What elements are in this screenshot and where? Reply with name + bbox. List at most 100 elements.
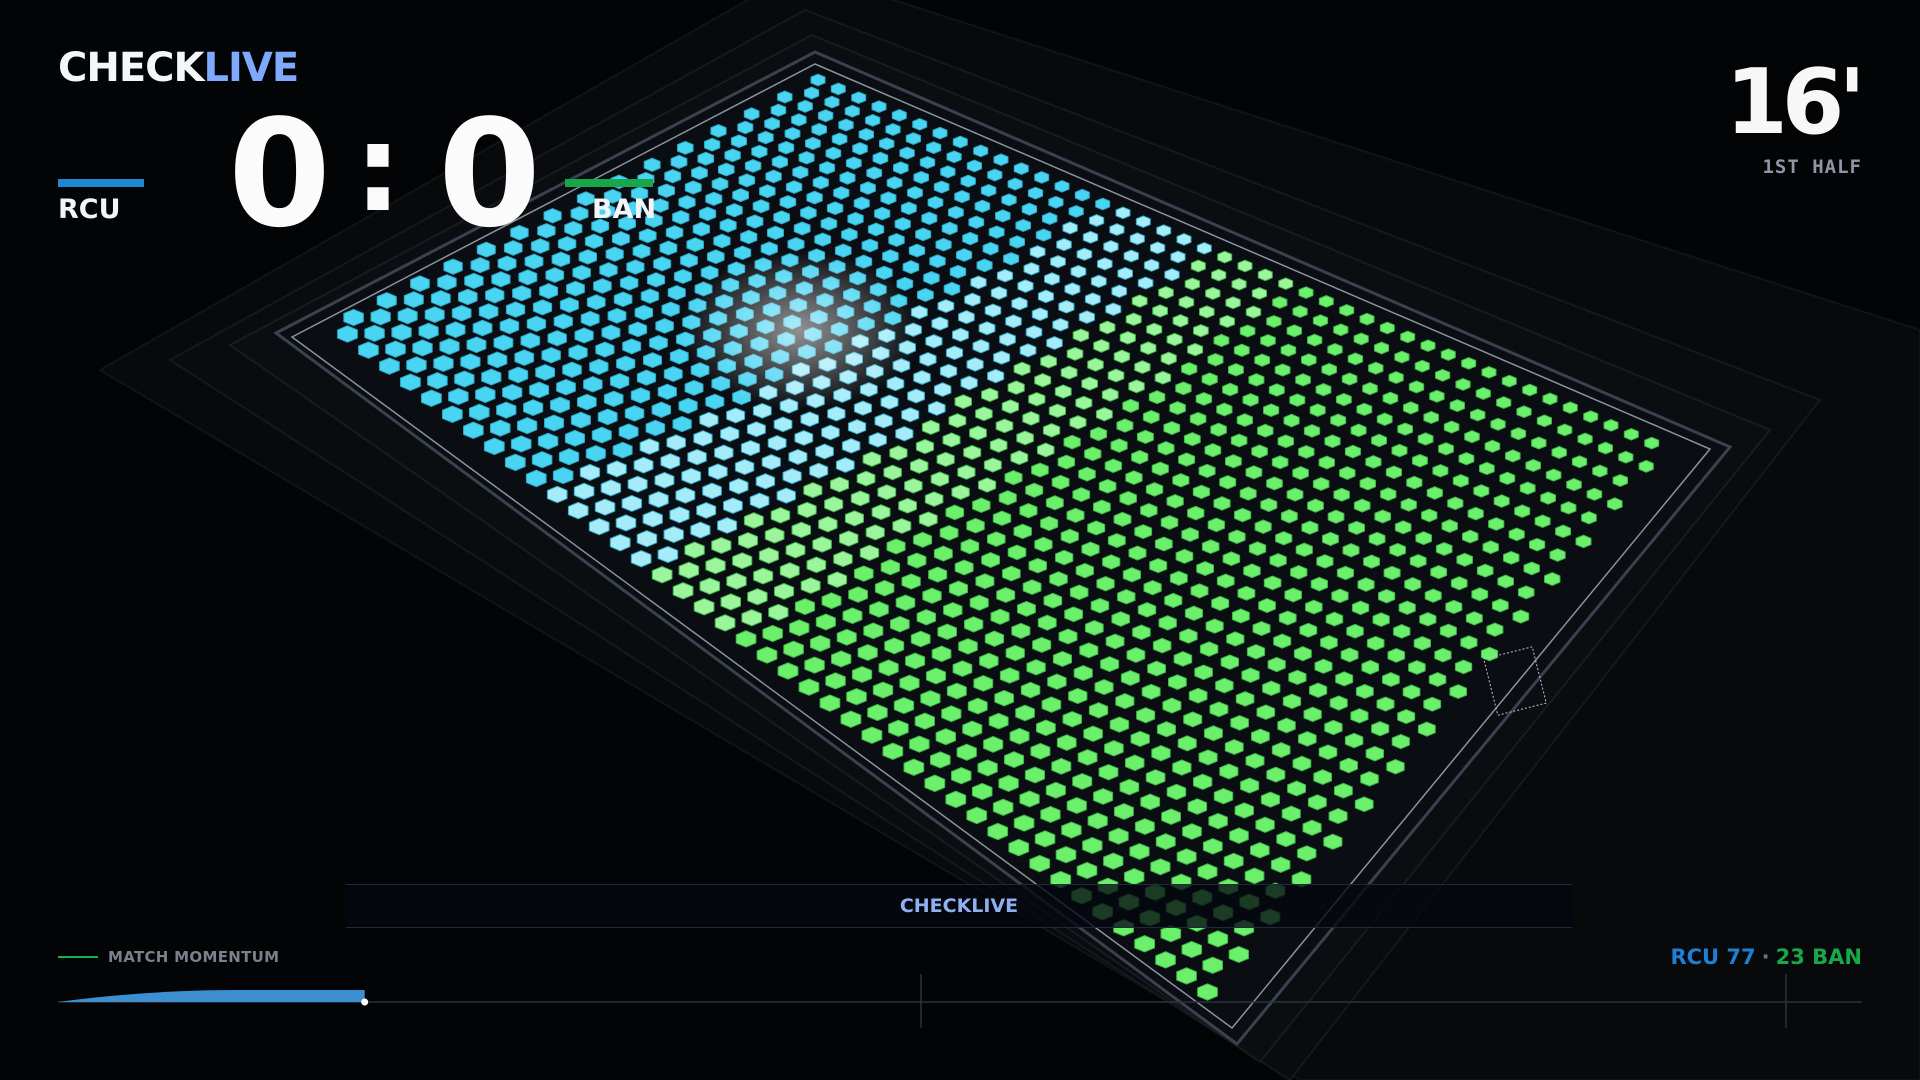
away-tile (979, 652, 999, 670)
home-tile (868, 432, 887, 448)
home-tile (624, 405, 645, 422)
away-tile (798, 678, 820, 696)
away-tile (1295, 373, 1311, 387)
home-tile (907, 388, 925, 404)
away-tile (1125, 312, 1142, 327)
away-tile (693, 598, 715, 616)
away-tile (1351, 600, 1370, 616)
home-tile (633, 456, 654, 474)
home-tile (794, 429, 814, 446)
away-tile (1355, 683, 1374, 700)
away-tile (1134, 818, 1155, 835)
home-tile (585, 445, 606, 463)
away-tile (859, 544, 880, 562)
away-tile (1060, 365, 1078, 380)
home-tile (1095, 197, 1111, 211)
away-tile (1266, 766, 1286, 783)
away-tile (931, 645, 952, 663)
home-tile (463, 421, 484, 440)
home-tile (666, 434, 686, 451)
away-tile (926, 667, 946, 685)
away-tile (1228, 529, 1246, 545)
away-tile (1417, 721, 1436, 737)
home-tile (821, 424, 840, 441)
home-tile (379, 357, 400, 375)
away-tile (1281, 805, 1301, 822)
home-tile (391, 323, 412, 341)
away-tile (1363, 554, 1380, 569)
away-tile (1210, 422, 1227, 437)
away-tile (672, 582, 694, 600)
home-tile (599, 262, 618, 278)
home-tile (510, 435, 532, 453)
home-tile (907, 186, 923, 200)
home-tile (448, 387, 469, 406)
home-tile (443, 258, 463, 275)
home-tile (853, 196, 870, 211)
home-tile (792, 165, 809, 180)
away-tile (1090, 426, 1108, 442)
home-tile (995, 209, 1011, 223)
away-tile (1181, 527, 1199, 543)
away-tile (1120, 669, 1140, 686)
home-tile (960, 375, 978, 391)
home-tile (945, 345, 964, 361)
home-tile (1064, 282, 1081, 296)
away-tile (915, 438, 935, 455)
away-tile (1290, 564, 1308, 580)
home-tile (949, 264, 967, 279)
away-tile (1222, 551, 1241, 567)
brand-part2: LIVE (203, 45, 300, 91)
away-score: 0 (438, 88, 541, 260)
away-tile (874, 579, 895, 597)
away-tile (1081, 541, 1100, 557)
away-tile (1251, 444, 1268, 459)
away-tile (1093, 499, 1111, 515)
away-tile (830, 476, 849, 493)
away-tile (1298, 444, 1315, 459)
away-tile (1064, 606, 1083, 623)
away-tile (1251, 728, 1270, 745)
away-tile (1529, 537, 1546, 552)
away-tile (1542, 392, 1558, 406)
home-tile (724, 148, 741, 163)
away-tile (1482, 540, 1499, 555)
away-tile (984, 630, 1005, 647)
home-tile (1176, 233, 1192, 246)
away-tile (1388, 371, 1404, 385)
away-tile (1316, 554, 1334, 569)
home-tile (725, 202, 743, 218)
home-tile (759, 184, 776, 199)
home-tile (573, 482, 595, 500)
home-tile (764, 117, 780, 131)
away-tile (1166, 493, 1184, 509)
home-tile (699, 411, 719, 428)
home-tile (925, 334, 943, 349)
home-tile (618, 423, 639, 441)
away-tile (851, 665, 873, 684)
away-tile (1371, 721, 1390, 737)
home-tile (980, 183, 997, 198)
away-tile (901, 573, 921, 590)
away-tile (1499, 471, 1516, 486)
away-tile (1365, 455, 1382, 469)
away-tile (1374, 341, 1390, 355)
away-tile (1172, 759, 1192, 776)
home-tile (612, 441, 633, 459)
home-tile (418, 322, 439, 340)
away-tile (1260, 497, 1278, 513)
away-tile (1110, 438, 1128, 453)
home-tile (1052, 317, 1069, 332)
away-tile (1215, 677, 1234, 694)
away-tile (1213, 496, 1231, 511)
home-tile (826, 201, 844, 216)
home-tile (893, 161, 909, 175)
away-tile (1592, 464, 1608, 478)
away-tile (1228, 363, 1244, 377)
home-tile (708, 463, 728, 480)
home-tile (767, 225, 784, 241)
away-tile (1391, 443, 1408, 458)
home-tile (647, 272, 666, 288)
away-tile (930, 471, 950, 487)
away-tile (1151, 745, 1171, 762)
